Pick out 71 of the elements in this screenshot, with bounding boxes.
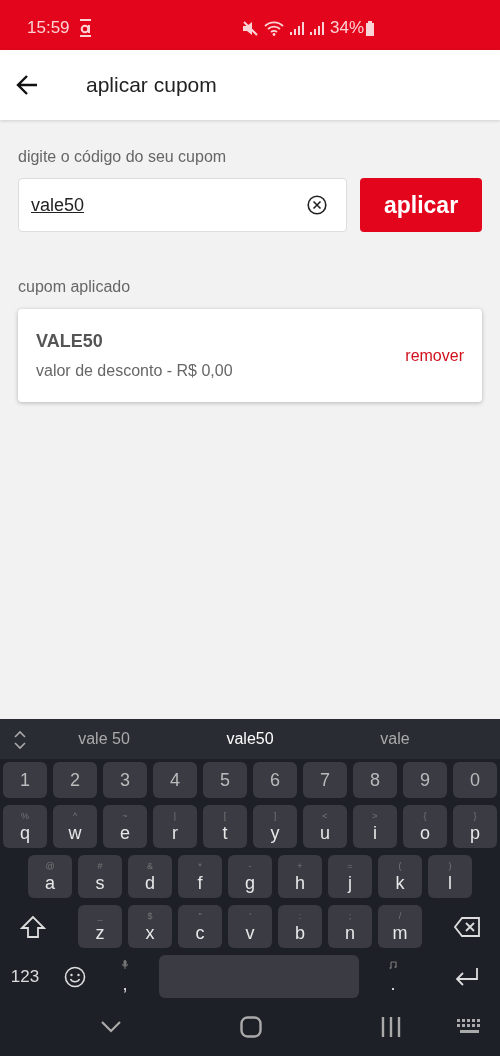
- key[interactable]: ~ e: [103, 805, 147, 848]
- music-icon: [389, 960, 397, 969]
- comma-key[interactable]: ,: [103, 955, 147, 998]
- period-key[interactable]: .: [371, 955, 415, 998]
- remove-link[interactable]: remover: [405, 346, 464, 365]
- battery-percent: 34%: [329, 18, 364, 38]
- key[interactable]: [ t: [203, 805, 247, 848]
- key[interactable]: _ z: [78, 905, 122, 948]
- discount-text: valor de desconto - R$ 0,00: [36, 362, 234, 380]
- key[interactable]: + h: [278, 855, 322, 898]
- mic-icon: [122, 960, 128, 969]
- recents-button[interactable]: [381, 1017, 401, 1037]
- key[interactable]: # s: [78, 855, 122, 898]
- key[interactable]: % q: [3, 805, 47, 848]
- signal-icon: [309, 21, 324, 35]
- key[interactable]: | r: [153, 805, 197, 848]
- key[interactable]: } p: [453, 805, 497, 848]
- key[interactable]: 4: [153, 762, 197, 798]
- key[interactable]: > i: [353, 805, 397, 848]
- key[interactable]: 7: [303, 762, 347, 798]
- key[interactable]: 2: [53, 762, 97, 798]
- coupon-code: VALE50: [36, 331, 104, 352]
- key[interactable]: ) l: [428, 855, 472, 898]
- key[interactable]: & d: [128, 855, 172, 898]
- suggestion[interactable]: vale: [380, 730, 410, 748]
- key[interactable]: ' v: [228, 905, 272, 948]
- expand-icon[interactable]: [13, 730, 27, 750]
- key[interactable]: : b: [278, 905, 322, 948]
- key[interactable]: ; n: [328, 905, 372, 948]
- home-button[interactable]: [240, 1016, 262, 1038]
- key[interactable]: 6: [253, 762, 297, 798]
- key[interactable]: 3: [103, 762, 147, 798]
- key[interactable]: " c: [178, 905, 222, 948]
- key[interactable]: ] y: [253, 805, 297, 848]
- enter-icon[interactable]: [454, 966, 480, 987]
- field-label: digite o código do seu cupom: [18, 148, 227, 166]
- key[interactable]: ( k: [378, 855, 422, 898]
- key[interactable]: * f: [178, 855, 222, 898]
- key[interactable]: $ x: [128, 905, 172, 948]
- status-time: 15:59: [27, 18, 70, 38]
- key[interactable]: 9: [403, 762, 447, 798]
- key[interactable]: { o: [403, 805, 447, 848]
- key[interactable]: 0: [453, 762, 497, 798]
- key[interactable]: 5: [203, 762, 247, 798]
- battery-icon: [366, 20, 374, 36]
- key[interactable]: = j: [328, 855, 372, 898]
- key[interactable]: 8: [353, 762, 397, 798]
- key[interactable]: 1: [3, 762, 47, 798]
- clear-icon[interactable]: [307, 195, 327, 215]
- keyboard-icon[interactable]: [457, 1019, 483, 1035]
- emoji-icon[interactable]: [64, 965, 86, 988]
- numbers-key[interactable]: 123: [3, 955, 47, 998]
- key[interactable]: @ a: [28, 855, 72, 898]
- suggestion[interactable]: vale50: [226, 730, 274, 748]
- key[interactable]: ^ w: [53, 805, 97, 848]
- key[interactable]: - g: [228, 855, 272, 898]
- shift-icon[interactable]: [20, 914, 46, 939]
- mute-icon: [241, 20, 258, 36]
- back-button[interactable]: [16, 74, 38, 96]
- page-title: aplicar cupom: [86, 73, 217, 97]
- wifi-icon: [263, 20, 284, 36]
- key[interactable]: < u: [303, 805, 347, 848]
- coupon-input[interactable]: vale50: [18, 178, 347, 232]
- notification-icon: [79, 19, 91, 37]
- hide-keyboard-button[interactable]: [100, 1020, 122, 1034]
- backspace-icon[interactable]: [454, 916, 480, 937]
- section-label: cupom aplicado: [18, 278, 131, 296]
- signal-icon: [289, 21, 304, 35]
- apply-button[interactable]: aplicar: [360, 178, 482, 232]
- key[interactable]: / m: [378, 905, 422, 948]
- suggestion[interactable]: vale 50: [78, 730, 130, 748]
